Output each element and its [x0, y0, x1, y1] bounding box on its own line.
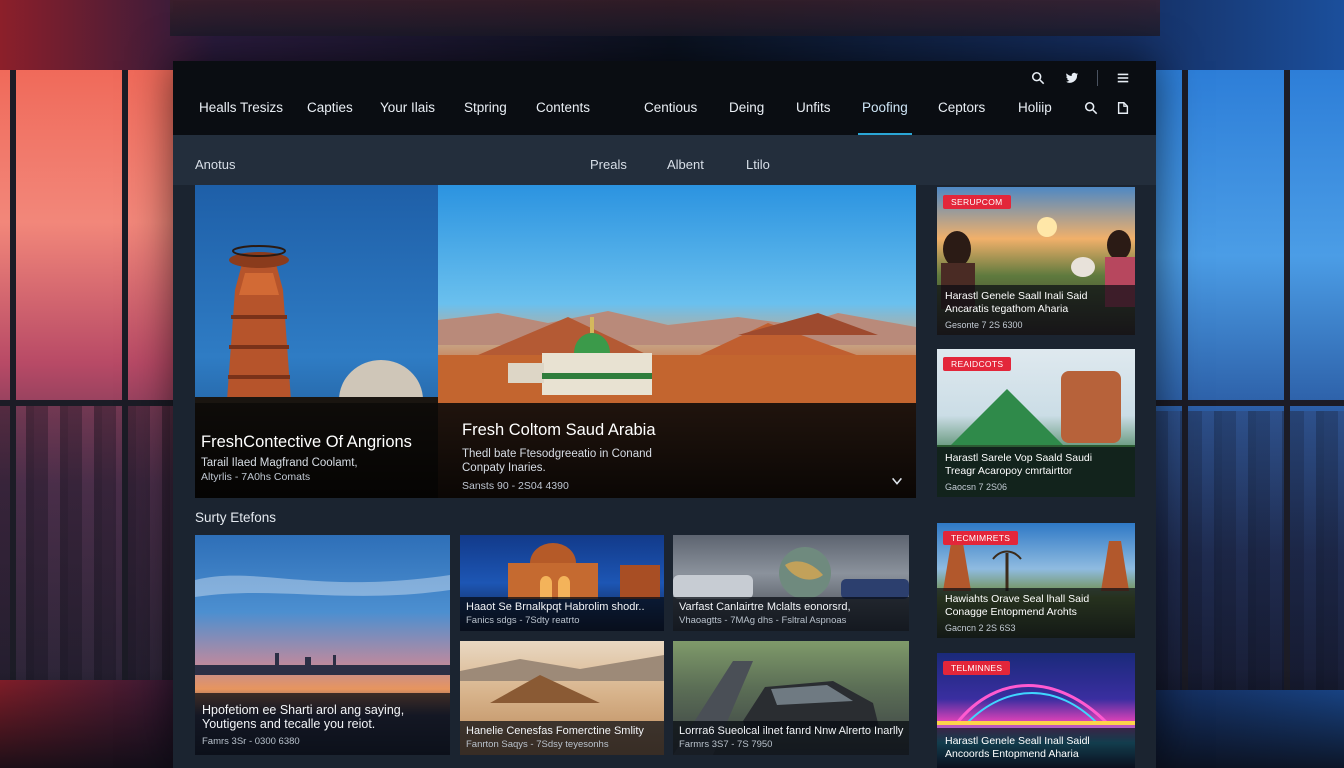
chevron-down-icon[interactable] — [888, 472, 906, 490]
ceiling — [170, 0, 1160, 36]
nav-icons — [1082, 99, 1132, 117]
right-window — [1154, 70, 1344, 690]
card-2-meta: Vhaoagtts - 7MAg dhs - Fsltral Aspnoas — [679, 615, 847, 626]
sidebar-card-4-title-2[interactable]: Ancoords Entopmend Aharia — [945, 748, 1125, 761]
nav-item-holiip[interactable]: Holiip — [1018, 91, 1052, 135]
nav-item-poofing[interactable]: Poofing — [858, 91, 912, 135]
card-1-title[interactable]: Haaot Se Brnalkpqt Habrolim shodr.. — [466, 601, 645, 613]
city-skyline — [0, 405, 175, 680]
sidebar-card-4-title-1[interactable]: Harastl Genele Seall Inall Saidl — [945, 735, 1125, 748]
sidebar-card-4[interactable]: TELMINNES Harastl Genele Seall Inall Sai… — [937, 653, 1135, 768]
utility-toolbar — [1029, 67, 1132, 89]
hero-main-desc-1: Thedl bate Ftesodgreeatio in Conand — [462, 448, 652, 460]
big-card-meta: Famrs 3Sr - 0300 6380 — [202, 736, 300, 747]
sidebar-card-1-title-1[interactable]: Harastl Genele Saall Inali Said — [945, 290, 1125, 303]
sidebar-card-2-title-2[interactable]: Treagr Acaropoy cmrtairttor — [945, 465, 1125, 478]
big-card-title-1[interactable]: Hpofetiom ee Sharti arol ang saying, — [202, 703, 404, 717]
article-card-3[interactable]: Hanelie Cenesfas Fomerctine Smlity Fanrt… — [460, 641, 664, 755]
main-nav: Healls Tresizs Capties Your Ilais Stprin… — [173, 91, 1156, 135]
nav-item-your-ilais[interactable]: Your Ilais — [380, 91, 435, 135]
nav-item-capties[interactable]: Capties — [307, 91, 353, 135]
category-badge: TELMINNES — [943, 661, 1011, 675]
search-icon[interactable] — [1082, 99, 1100, 117]
article-card-big[interactable]: Hpofetiom ee Sharti arol ang saying, You… — [195, 535, 450, 755]
hero-card-main[interactable]: Fresh Coltom Saud Arabia Thedl bate Ftes… — [438, 185, 916, 498]
sidebar-card-3-title-1[interactable]: Hawiahts Orave Seal lhall Said — [945, 593, 1125, 606]
subnav-item-albent[interactable]: Albent — [667, 157, 704, 172]
big-card-title-2[interactable]: Youtigens and tecalle you reiot. — [202, 717, 375, 731]
nav-item-deing[interactable]: Deing — [729, 91, 764, 135]
sidebar-card-2[interactable]: REAIDCOTS Harastl Sarele Vop Saald Saudi… — [937, 349, 1135, 497]
card-2-title[interactable]: Varfast Canlairtre Mclalts eonorsrd, — [679, 601, 851, 613]
search-icon[interactable] — [1029, 69, 1047, 87]
hero-card-left[interactable]: FreshContective Of Angrions Tarail Ilaed… — [195, 185, 438, 498]
hero-left-title[interactable]: FreshContective Of Angrions — [201, 433, 412, 452]
category-badge: TECMIMRETS — [943, 531, 1019, 545]
category-badge: SERUPCOM — [943, 195, 1011, 209]
twitter-icon[interactable] — [1063, 69, 1081, 87]
hero-main-meta: Sansts 90 - 2S04 4390 — [462, 480, 569, 492]
subnav-section-label: Anotus — [195, 157, 236, 172]
card-1-meta: Fanics sdgs - 7Sdty reatrto — [466, 615, 580, 626]
hero-main-desc-2: Conpaty Inaries. — [462, 462, 546, 474]
menu-icon[interactable] — [1114, 69, 1132, 87]
sidebar-card-2-meta: Gaocsn 7 2S06 — [945, 482, 1008, 492]
sidebar-card-3[interactable]: TECMIMRETS Hawiahts Orave Seal lhall Sai… — [937, 523, 1135, 638]
article-card-1[interactable]: Haaot Se Brnalkpqt Habrolim shodr.. Fani… — [460, 535, 664, 631]
section-title: Surty Etefons — [195, 510, 277, 525]
sidebar-card-1-meta: Gesonte 7 2S 6300 — [945, 320, 1023, 330]
nav-item-stpring[interactable]: Stpring — [464, 91, 507, 135]
hero-left-desc: Tarail Ilaed Magfrand Coolamt, — [201, 457, 358, 469]
sub-nav: Anotus Preals Albent Ltilo — [173, 135, 1156, 185]
sidebar-card-3-title-2[interactable]: Conagge Entopmend Arohts — [945, 606, 1125, 619]
sidebar-card-1[interactable]: SERUPCOM Harastl Genele Saall Inali Said… — [937, 187, 1135, 335]
subnav-item-preals[interactable]: Preals — [590, 157, 627, 172]
sidebar-card-3-meta: Gacncn 2 2S 6S3 — [945, 623, 1016, 633]
card-3-meta: Fanrton Saqys - 7Sdsy teyesonhs — [466, 739, 609, 750]
hero-main-title[interactable]: Fresh Coltom Saud Arabia — [462, 421, 656, 440]
divider — [1097, 70, 1098, 86]
nav-item-healls-tresizs[interactable]: Healls Tresizs — [199, 91, 283, 135]
article-card-4[interactable]: Lorrra6 Sueolcal ilnet fanrd Nnw Alrerto… — [673, 641, 909, 755]
nav-item-contents[interactable]: Contents — [536, 91, 590, 135]
nav-item-unfits[interactable]: Unfits — [796, 91, 831, 135]
news-app-window: Healls Tresizs Capties Your Ilais Stprin… — [173, 61, 1156, 768]
card-4-meta: Farmrs 3S7 - 7S 7950 — [679, 739, 773, 750]
share-icon[interactable] — [1114, 99, 1132, 117]
article-card-2[interactable]: Varfast Canlairtre Mclalts eonorsrd, Vha… — [673, 535, 909, 631]
nav-item-ceptors[interactable]: Ceptors — [938, 91, 985, 135]
left-window — [0, 70, 175, 680]
hero-left-meta: Altyrlis - 7A0hs Comats — [201, 471, 311, 483]
subnav-item-ltilo[interactable]: Ltilo — [746, 157, 770, 172]
sidebar-card-2-title-1[interactable]: Harastl Sarele Vop Saald Saudi — [945, 452, 1125, 465]
card-4-title[interactable]: Lorrra6 Sueolcal ilnet fanrd Nnw Alrerto… — [679, 725, 903, 737]
nav-item-centious[interactable]: Centious — [644, 91, 697, 135]
category-badge: REAIDCOTS — [943, 357, 1012, 371]
card-3-title[interactable]: Hanelie Cenesfas Fomerctine Smlity — [466, 725, 644, 737]
sidebar-card-1-title-2[interactable]: Ancaratis tegathom Aharia — [945, 303, 1125, 316]
top-bar: Healls Tresizs Capties Your Ilais Stprin… — [173, 61, 1156, 135]
